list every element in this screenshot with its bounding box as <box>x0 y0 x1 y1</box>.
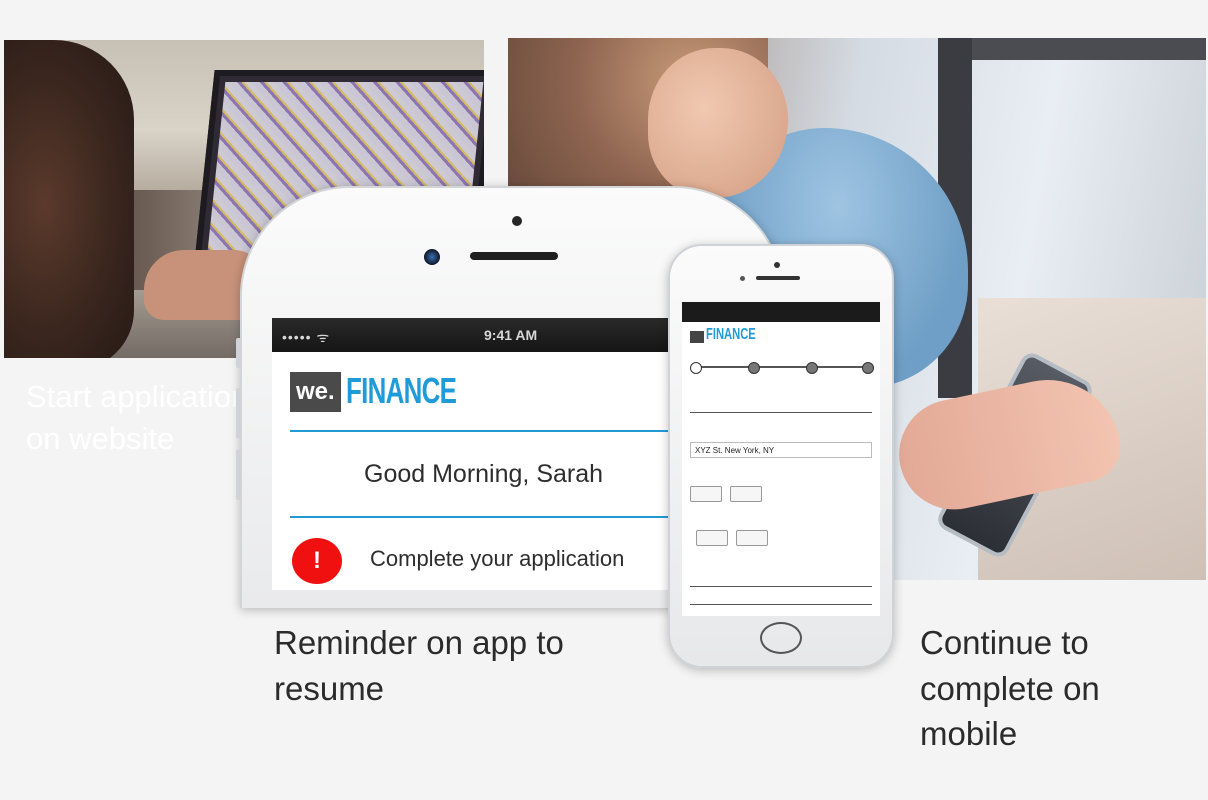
status-bar: ••••• ᯤ 9:41 AM <box>272 318 680 352</box>
brand-logo-prefix: we. <box>290 372 341 412</box>
caption-start-application: Start application on website <box>26 379 249 456</box>
divider <box>290 516 680 518</box>
camera-icon <box>512 216 522 226</box>
alert-icon[interactable]: ! <box>292 538 342 584</box>
status-bar <box>682 302 880 322</box>
status-time: 9:41 AM <box>484 327 538 343</box>
option-button[interactable] <box>696 530 728 546</box>
small-phone-mockup: FINANCE XYZ St. New York, NY <box>668 244 894 668</box>
small-phone-screen: FINANCE XYZ St. New York, NY <box>682 302 880 616</box>
brand-logo-name: FINANCE <box>706 326 756 343</box>
photo-person <box>4 40 134 358</box>
divider <box>290 430 680 432</box>
greeting-text: Good Morning, Sarah <box>364 460 604 488</box>
brand-logo-name: FINANCE <box>346 370 457 411</box>
signal-icon: ••••• ᯤ <box>282 329 331 345</box>
complete-application-link[interactable]: Complete your application <box>370 546 624 572</box>
speaker-icon <box>470 252 558 260</box>
home-button[interactable] <box>760 622 802 654</box>
caption-reminder: Reminder on app to resume <box>274 624 564 707</box>
step-dot <box>806 362 818 374</box>
option-button[interactable] <box>730 486 762 502</box>
front-camera-icon <box>424 249 440 265</box>
brand-logo-mark <box>690 331 704 343</box>
step-dot <box>690 362 702 374</box>
progress-stepper <box>690 362 874 374</box>
caption-continue-mobile: Continue to complete on mobile <box>920 624 1100 753</box>
option-button[interactable] <box>736 530 768 546</box>
step-dot <box>748 362 760 374</box>
step-dot <box>862 362 874 374</box>
camera-icon <box>774 262 780 268</box>
big-phone-screen: ••••• ᯤ 9:41 AM we. FINANCE Good Morning… <box>272 318 680 590</box>
option-button[interactable] <box>690 486 722 502</box>
address-field[interactable]: XYZ St. New York, NY <box>690 442 872 458</box>
speaker-icon <box>756 276 800 280</box>
